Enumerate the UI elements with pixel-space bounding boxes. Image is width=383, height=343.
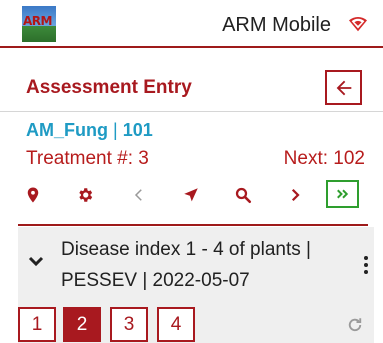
plant-button-1[interactable]: 1: [18, 307, 56, 342]
page-title: Assessment Entry: [26, 77, 192, 98]
refresh-icon[interactable]: [346, 316, 364, 334]
next-icon: [291, 188, 300, 202]
fast-forward-button[interactable]: [326, 180, 359, 208]
assessment-panel: Disease index 1 - 4 of plants | PESSEV |…: [18, 227, 374, 343]
section-divider: [18, 224, 368, 226]
arm-logo: ARM: [22, 6, 56, 42]
study-name: AM_Fung: [26, 120, 108, 140]
app-title: ARM Mobile: [222, 14, 331, 36]
gear-icon: [79, 188, 93, 202]
study-separator: |: [113, 120, 118, 140]
next-button[interactable]: [280, 180, 310, 210]
fast-forward-icon: [336, 189, 348, 199]
previous-icon: [134, 189, 142, 201]
navigate-button[interactable]: [176, 180, 206, 210]
arrow-left-icon: [336, 80, 351, 95]
settings-button[interactable]: [70, 180, 100, 210]
study-number: 101: [122, 120, 153, 140]
navigation-toolbar: [18, 180, 368, 214]
next-treatment: Next: 102: [283, 148, 365, 169]
plant-button-4[interactable]: 4: [157, 307, 195, 342]
previous-button[interactable]: [124, 180, 154, 210]
header-row: Assessment Entry: [0, 50, 383, 112]
navigate-icon: [184, 188, 198, 202]
wifi-icon: [349, 16, 367, 32]
treatment-number: Treatment #: 3: [26, 148, 149, 169]
search-icon: [235, 187, 252, 204]
back-button[interactable]: [325, 70, 362, 105]
assessment-description: Disease index 1 - 4 of plants |: [61, 239, 311, 260]
chevron-down-icon[interactable]: [28, 255, 44, 267]
assessment-code-date: PESSEV | 2022-05-07: [61, 270, 250, 291]
location-pin-icon: [27, 187, 39, 203]
more-options-icon[interactable]: [364, 256, 368, 274]
plant-button-2[interactable]: 2: [63, 307, 101, 342]
location-button[interactable]: [18, 180, 48, 210]
app-bar: ARM ARM Mobile: [0, 0, 383, 48]
search-button[interactable]: [228, 180, 258, 210]
logo-text: ARM: [23, 14, 52, 28]
study-identifier: AM_Fung | 101: [26, 120, 153, 141]
plant-button-3[interactable]: 3: [110, 307, 148, 342]
